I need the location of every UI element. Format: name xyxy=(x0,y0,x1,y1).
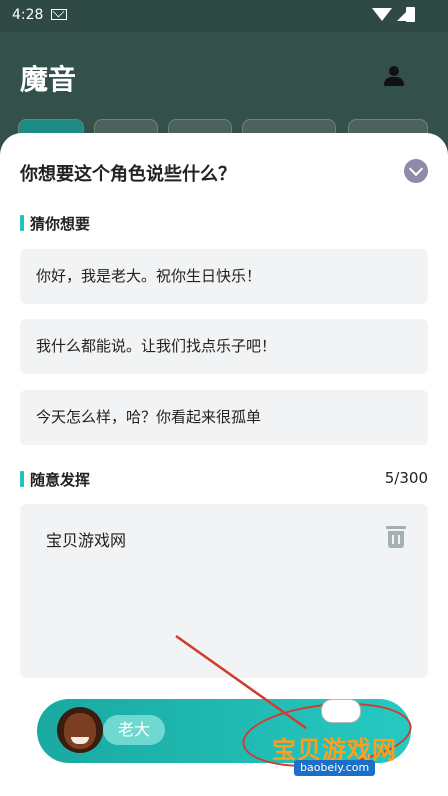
character-name: 老大 xyxy=(103,715,165,745)
free-text-value: 宝贝游戏网 xyxy=(46,531,127,550)
user-icon[interactable] xyxy=(384,66,404,86)
suggestion-text: 今天怎么样，哈？你看起来很孤单 xyxy=(36,408,262,426)
wifi-icon xyxy=(372,8,392,21)
guess-heading-label: 猜你想要 xyxy=(30,215,91,233)
watermark-url: baobeiy.com xyxy=(294,760,376,776)
suggestion-text: 你好，我是老大。祝你生日快乐！ xyxy=(36,267,262,285)
accent-bar xyxy=(20,471,24,487)
status-time: 4:28 xyxy=(12,7,44,23)
mail-icon xyxy=(51,9,67,20)
accent-bar xyxy=(20,215,24,231)
free-section-heading: 随意发挥 xyxy=(20,469,90,490)
battery-icon xyxy=(406,7,415,22)
trash-icon[interactable] xyxy=(386,526,406,548)
suggestion-text: 我什么都能说。让我们找点乐子吧！ xyxy=(36,337,277,355)
watermark-logo: 宝贝游戏网 baobeiy.com xyxy=(239,695,415,778)
sheet-title: 你想要这个角色说些什么？ xyxy=(20,164,236,185)
bottom-sheet: 你想要这个角色说些什么？ 猜你想要 你好，我是老大。祝你生日快乐！ 我什么都能说… xyxy=(0,133,448,796)
suggestion-item[interactable]: 今天怎么样，哈？你看起来很孤单 xyxy=(20,390,428,445)
suggestion-item[interactable]: 你好，我是老大。祝你生日快乐！ xyxy=(20,249,428,304)
suggestion-item[interactable]: 我什么都能说。让我们找点乐子吧！ xyxy=(20,319,428,374)
status-bar: 4:28 xyxy=(0,0,448,32)
character-counter: 5/300 xyxy=(384,469,428,487)
app-title: 魔音 xyxy=(20,63,77,96)
gamepad-icon xyxy=(322,700,360,722)
free-heading-label: 随意发挥 xyxy=(30,471,91,489)
character-avatar xyxy=(57,707,103,753)
collapse-button[interactable] xyxy=(404,159,428,183)
guess-section-heading: 猜你想要 xyxy=(20,213,90,234)
free-text-input[interactable]: 宝贝游戏网 xyxy=(20,504,428,678)
